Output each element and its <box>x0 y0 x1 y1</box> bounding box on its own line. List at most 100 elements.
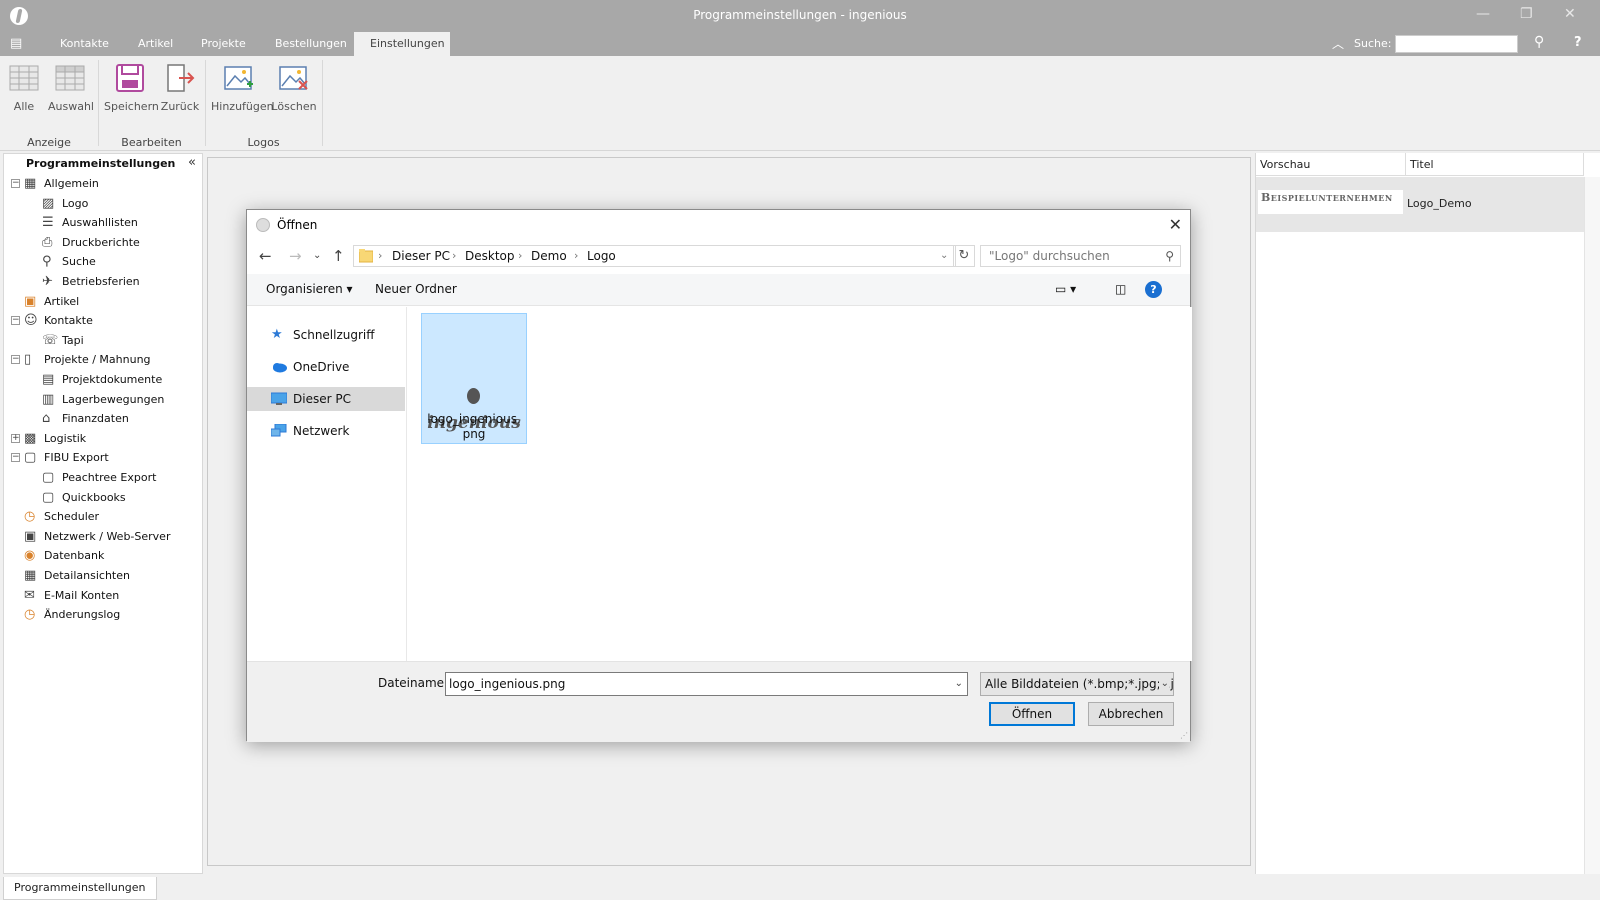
address-bar-row: ← → ⌄ ↑ › Dieser PC › Desktop › Demo › L… <box>247 240 1190 272</box>
tab-artikel[interactable]: Artikel <box>122 32 189 56</box>
export-icon: ▢ <box>42 471 57 485</box>
table-icon <box>9 62 39 94</box>
navigation-pane: ★ Schnellzugriff OneDrive Dieser PC Netz… <box>247 307 407 661</box>
app-menu-icon[interactable]: ▤ <box>10 37 34 51</box>
zurueck-button[interactable]: Zurück <box>160 62 200 113</box>
auswahl-button[interactable]: Auswahl <box>48 62 94 113</box>
close-icon[interactable]: ✕ <box>1169 215 1182 234</box>
delete-image-icon <box>279 62 309 94</box>
collapse-icon[interactable]: − <box>11 355 20 365</box>
search-input[interactable] <box>1395 35 1518 53</box>
tree-item-label: Suche <box>62 255 96 269</box>
article-icon: ▣ <box>24 294 39 309</box>
group-logos: Logos <box>247 136 280 149</box>
nav-label: OneDrive <box>293 360 350 374</box>
tree-title: Programmeinstellungen <box>26 157 176 170</box>
new-folder-button[interactable]: Neuer Ordner <box>375 282 457 296</box>
speichern-label: Speichern <box>104 100 159 113</box>
tab-kontakte[interactable]: Kontakte <box>44 32 125 56</box>
chevron-down-icon[interactable]: ⌄ <box>955 673 963 695</box>
speichern-button[interactable]: Speichern <box>104 62 159 113</box>
tree-item-label: Artikel <box>44 294 80 308</box>
ingenious-logo-icon <box>467 388 480 404</box>
printer-icon: ⎙ <box>42 235 57 250</box>
close-window-icon[interactable]: ✕ <box>1564 6 1576 22</box>
tree-item-label: Peachtree Export <box>62 471 157 484</box>
collapse-icon[interactable]: − <box>11 316 20 326</box>
loeschen-button[interactable]: Löschen <box>271 62 317 113</box>
organize-label: Organisieren <box>266 282 343 296</box>
address-bar[interactable]: › Dieser PC › Desktop › Demo › Logo ⌄ <box>353 245 956 267</box>
nav-dieser-pc[interactable]: Dieser PC <box>247 387 405 411</box>
tree-item-label: Änderungslog <box>44 608 121 622</box>
minimize-icon[interactable]: — <box>1476 6 1490 22</box>
export-icon: ▢ <box>24 451 39 466</box>
column-vorschau[interactable]: Vorschau <box>1256 153 1406 176</box>
filename-label: Dateiname: <box>378 676 449 690</box>
hinzufuegen-button[interactable]: Hinzufügen <box>211 62 274 113</box>
breadcrumb-dieser-pc[interactable]: Dieser PC <box>392 246 450 266</box>
nav-schnellzugriff[interactable]: ★ Schnellzugriff <box>247 323 405 347</box>
file-type-select[interactable]: Alle Bilddateien (*.bmp;*.jpg;*.j ⌄ <box>980 672 1174 696</box>
tab-einstellungen[interactable]: Einstellungen <box>354 32 450 56</box>
file-type-value: Alle Bilddateien (*.bmp;*.jpg;*.j <box>985 677 1174 691</box>
clock-icon: ◷ <box>24 510 39 525</box>
table-selection-icon <box>55 62 85 94</box>
recent-dropdown-icon[interactable]: ⌄ <box>313 250 321 261</box>
bottom-tab[interactable]: Programmeinstellungen <box>3 877 157 900</box>
truck-icon: ▩ <box>24 431 39 446</box>
menu-bar: ▤ Kontakte Artikel Projekte Bestellungen… <box>0 32 1600 56</box>
preview-pane-icon[interactable]: ◫ <box>1115 282 1126 296</box>
database-icon: ◉ <box>24 549 39 564</box>
tree-item-label: Tapi <box>62 333 84 347</box>
tree-item-label: E-Mail Konten <box>44 588 120 602</box>
tree-item-label: Kontakte <box>44 314 93 328</box>
bank-icon: ⌂ <box>42 412 57 427</box>
folder-search-input[interactable]: "Logo" durchsuchen ⚲ <box>980 245 1181 267</box>
cloud-icon <box>273 363 287 373</box>
plane-icon: ✈ <box>42 275 57 289</box>
file-item[interactable]: ingenious logo_ingenious.png <box>421 313 527 444</box>
view-options-icon[interactable]: ▭ ▾ <box>1055 282 1076 296</box>
phone-icon: ☏ <box>42 332 59 348</box>
tab-projekte[interactable]: Projekte <box>185 32 262 56</box>
collapse-icon[interactable]: − <box>11 179 20 188</box>
vertical-scrollbar[interactable] <box>1584 177 1600 874</box>
help-icon[interactable]: ? <box>1145 281 1162 298</box>
title-bar: Programmeinstellungen - ingenious — ❐ ✕ <box>0 0 1600 32</box>
collapse-ribbon-icon[interactable]: ︿ <box>1332 35 1344 52</box>
restore-icon[interactable]: ❐ <box>1520 6 1533 22</box>
binoculars-icon[interactable]: ⚲ <box>1534 34 1544 50</box>
collapse-panel-icon[interactable]: « <box>188 155 196 170</box>
collapse-icon[interactable]: − <box>11 453 20 463</box>
column-titel[interactable]: Titel <box>1406 153 1584 176</box>
open-button[interactable]: Öffnen <box>989 702 1075 726</box>
alle-button[interactable]: Alle <box>8 62 40 113</box>
expand-icon[interactable]: + <box>11 433 20 443</box>
up-arrow-icon[interactable]: ↑ <box>332 247 345 265</box>
refresh-icon[interactable]: ↻ <box>953 245 975 267</box>
nav-label: Netzwerk <box>293 424 350 438</box>
settings-card-icon: ▦ <box>24 177 39 191</box>
tree-item-label: Scheduler <box>44 510 100 524</box>
tree-item-label: Logistik <box>44 431 87 445</box>
back-arrow-icon[interactable]: ← <box>259 247 272 265</box>
nav-onedrive[interactable]: OneDrive <box>247 355 405 379</box>
filename-input[interactable]: logo_ingenious.png ⌄ <box>445 672 968 696</box>
breadcrumb-logo[interactable]: Logo <box>587 246 616 266</box>
document-icon: ▯ <box>24 353 39 368</box>
forward-arrow-icon[interactable]: → <box>289 247 302 265</box>
breadcrumb-demo[interactable]: Demo <box>531 246 567 266</box>
resize-grip-icon[interactable]: ⋰ <box>1180 731 1188 740</box>
tab-bestellungen[interactable]: Bestellungen <box>259 32 363 56</box>
tree-item-label: Lagerbewegungen <box>62 392 165 406</box>
tree-item-label: Finanzdaten <box>62 412 129 426</box>
organize-button[interactable]: Organisieren ▾ <box>266 282 353 296</box>
breadcrumb-separator: › <box>574 249 579 262</box>
help-icon[interactable]: ? <box>1574 35 1582 50</box>
address-dropdown-icon[interactable]: ⌄ <box>940 246 948 266</box>
cancel-button[interactable]: Abbrechen <box>1088 702 1174 726</box>
breadcrumb-desktop[interactable]: Desktop <box>465 246 515 266</box>
table-row[interactable]: Beispielunternehmen Logo_Demo <box>1256 177 1584 232</box>
nav-netzwerk[interactable]: Netzwerk <box>247 419 405 443</box>
